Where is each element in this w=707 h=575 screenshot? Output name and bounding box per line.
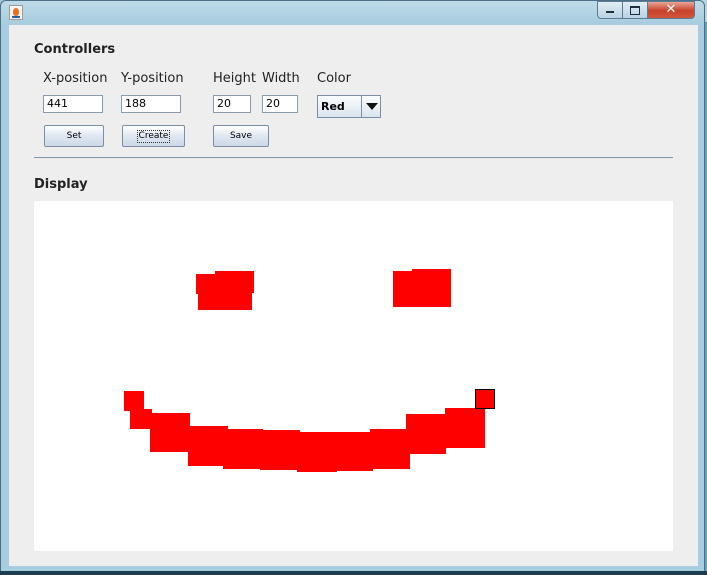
smile-square	[334, 432, 373, 471]
x-position-label: X-position	[43, 71, 108, 86]
create-button[interactable]: Create	[122, 125, 185, 147]
width-field[interactable]: 20	[262, 95, 298, 113]
close-button[interactable]: ✕	[647, 1, 695, 19]
create-button-label: Create	[136, 130, 171, 143]
minimize-icon	[606, 11, 614, 13]
display-canvas[interactable]	[34, 201, 673, 551]
taskbar-edge	[0, 571, 707, 575]
smile-square	[150, 413, 190, 452]
left-eye-square	[198, 289, 252, 310]
title-bar[interactable]: ✕	[1, 1, 706, 25]
close-icon: ✕	[665, 2, 677, 17]
smile-square	[297, 432, 337, 472]
smile-square	[260, 430, 300, 470]
x-position-field[interactable]: 441	[43, 95, 103, 113]
selected-square[interactable]	[475, 389, 495, 409]
y-position-label: Y-position	[121, 71, 184, 86]
smile-square	[188, 426, 228, 466]
content-pane: Controllers X-position Y-position Height…	[9, 25, 698, 566]
display-title: Display	[34, 177, 88, 192]
y-position-field[interactable]: 188	[121, 95, 181, 113]
smile-square	[445, 408, 485, 448]
minimize-button[interactable]	[597, 1, 623, 19]
smile-square	[370, 429, 410, 469]
section-divider	[34, 157, 673, 158]
height-field[interactable]: 20	[213, 95, 251, 113]
color-select-divider	[361, 96, 362, 117]
width-label: Width	[262, 71, 300, 86]
java-app-icon[interactable]	[9, 5, 23, 20]
save-button[interactable]: Save	[213, 125, 269, 147]
set-button[interactable]: Set	[44, 125, 104, 147]
set-button-label: Set	[66, 131, 82, 141]
app-window: ✕ Controllers X-position Y-position Heig…	[0, 0, 705, 573]
chevron-down-icon[interactable]	[366, 103, 378, 110]
smile-square	[406, 414, 446, 454]
color-label: Color	[317, 71, 351, 86]
maximize-icon	[630, 6, 640, 15]
controllers-title: Controllers	[34, 42, 116, 57]
color-select[interactable]: Red	[317, 95, 381, 118]
smile-square	[223, 429, 263, 469]
height-label: Height	[213, 71, 256, 86]
save-button-label: Save	[229, 131, 253, 141]
right-eye-square	[393, 287, 451, 307]
smile-square	[124, 391, 144, 411]
color-select-value: Red	[321, 100, 345, 113]
maximize-button[interactable]	[622, 1, 648, 19]
smile-square	[130, 409, 152, 429]
